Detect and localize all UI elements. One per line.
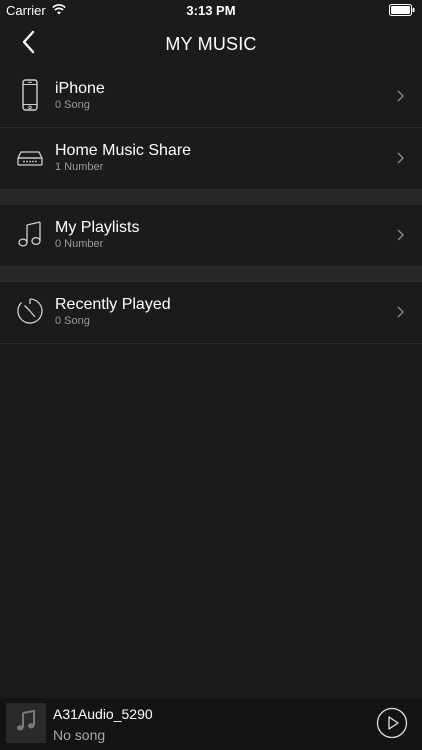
list-item-subtitle: 1 Number (55, 161, 104, 173)
list-item-title: iPhone (55, 80, 105, 97)
list-item-title: Home Music Share (55, 142, 192, 159)
play-button[interactable] (376, 707, 408, 739)
battery-icon (389, 4, 415, 19)
section-divider (0, 190, 422, 205)
player-device-name: A31Audio_5290 (53, 706, 153, 722)
clock-icon (14, 293, 46, 329)
music-note-icon (14, 216, 46, 252)
album-art (6, 703, 46, 743)
list-item-title: My Playlists (55, 219, 140, 236)
list-item-recently-played[interactable]: Recently Played 0 Song (0, 282, 422, 344)
chevron-right-icon (396, 228, 406, 242)
list-item-subtitle: 0 Number (55, 238, 104, 250)
list-item-subtitle: 0 Song (55, 315, 90, 327)
nav-bar: MY MUSIC (0, 22, 422, 66)
section-divider (0, 267, 422, 282)
status-bar: Carrier 3:13 PM (0, 0, 422, 22)
phone-icon (14, 77, 46, 113)
list-item-iphone[interactable]: iPhone 0 Song (0, 66, 422, 128)
chevron-right-icon (396, 305, 406, 319)
status-time: 3:13 PM (186, 3, 236, 18)
music-note-icon (16, 709, 36, 737)
page-title: MY MUSIC (165, 34, 257, 54)
chevron-right-icon (396, 89, 406, 103)
screen: Carrier 3:13 PM MY MUSIC iPhone 0 Song H… (0, 0, 422, 750)
play-icon (376, 707, 408, 743)
status-right (389, 4, 415, 19)
chevron-right-icon (396, 151, 406, 165)
mini-player[interactable]: A31Audio_5290 No song (0, 698, 422, 750)
router-icon (14, 139, 46, 175)
player-track-name: No song (53, 727, 106, 743)
list-item-title: Recently Played (55, 296, 171, 313)
list-item-subtitle: 0 Song (55, 99, 90, 111)
list-item-home-music-share[interactable]: Home Music Share 1 Number (0, 128, 422, 190)
list-item-my-playlists[interactable]: My Playlists 0 Number (0, 205, 422, 267)
music-source-list: iPhone 0 Song Home Music Share 1 Number … (0, 66, 422, 344)
